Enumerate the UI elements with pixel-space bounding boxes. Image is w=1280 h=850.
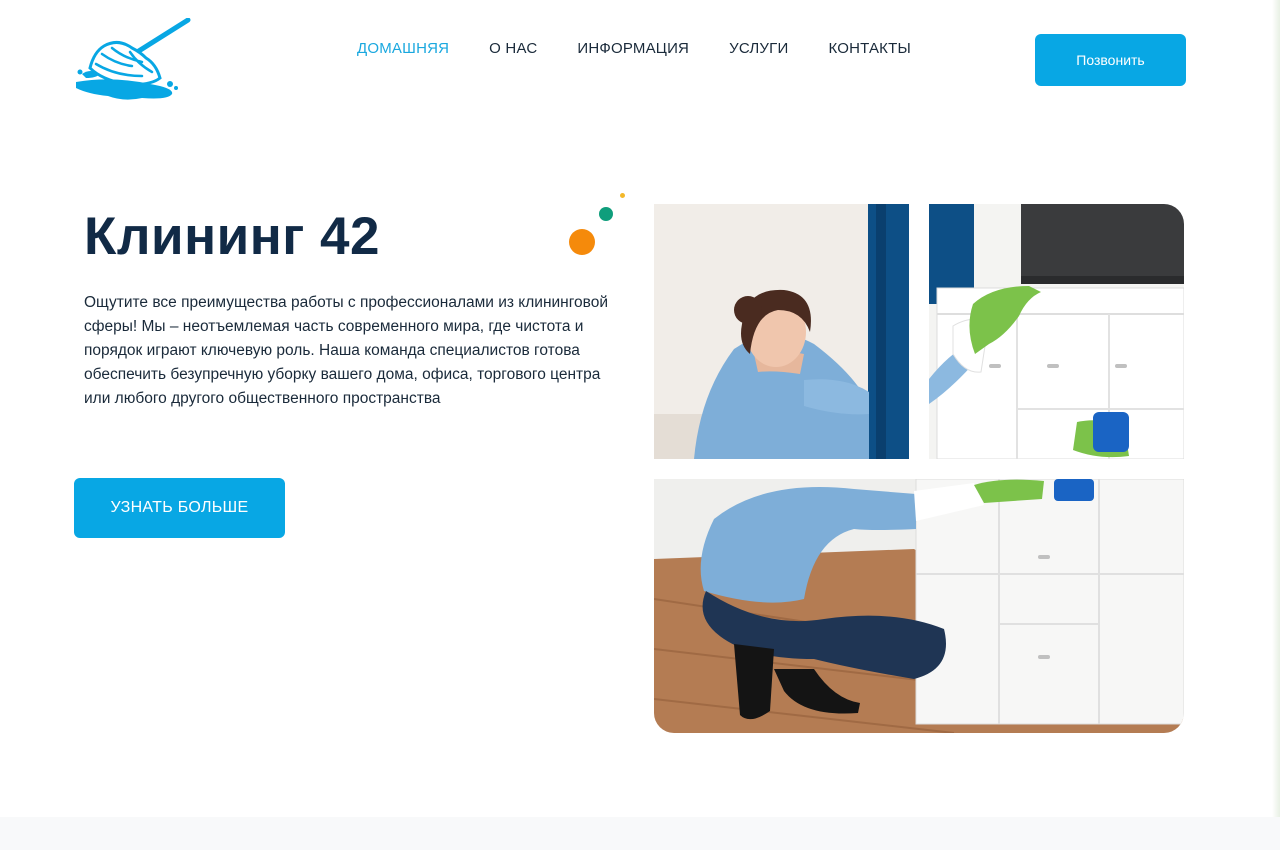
hero-description: Ощутите все преимущества работы с профес… [84, 294, 609, 407]
woman-cleaning-cabinet-photo [654, 204, 909, 459]
logo[interactable] [72, 17, 192, 104]
page-edge-strip [1272, 0, 1280, 817]
decor-dot-green [599, 207, 613, 221]
gloved-hands-wiping-photo [929, 204, 1184, 459]
nav-item-home[interactable]: ДОМАШНЯЯ [357, 40, 449, 58]
nav-item-contacts[interactable]: КОНТАКТЫ [828, 40, 911, 58]
decor-dot-orange [569, 229, 595, 255]
mop-icon [76, 17, 191, 100]
call-button[interactable]: Позвонить [1035, 34, 1186, 86]
next-section-band [0, 817, 1280, 850]
nav-item-info[interactable]: ИНФОРМАЦИЯ [577, 40, 689, 58]
nav-item-about[interactable]: О НАС [489, 40, 537, 58]
woman-crouching-cleaning-photo [654, 479, 1184, 733]
decor-dot-yellow [620, 193, 625, 198]
learn-more-button[interactable]: УЗНАТЬ БОЛЬШЕ [74, 478, 285, 538]
nav-item-services[interactable]: УСЛУГИ [729, 40, 788, 58]
hero-title: Клининг 42 [84, 207, 380, 266]
main-nav: ДОМАШНЯЯ О НАС ИНФОРМАЦИЯ УСЛУГИ КОНТАКТ… [357, 40, 911, 58]
